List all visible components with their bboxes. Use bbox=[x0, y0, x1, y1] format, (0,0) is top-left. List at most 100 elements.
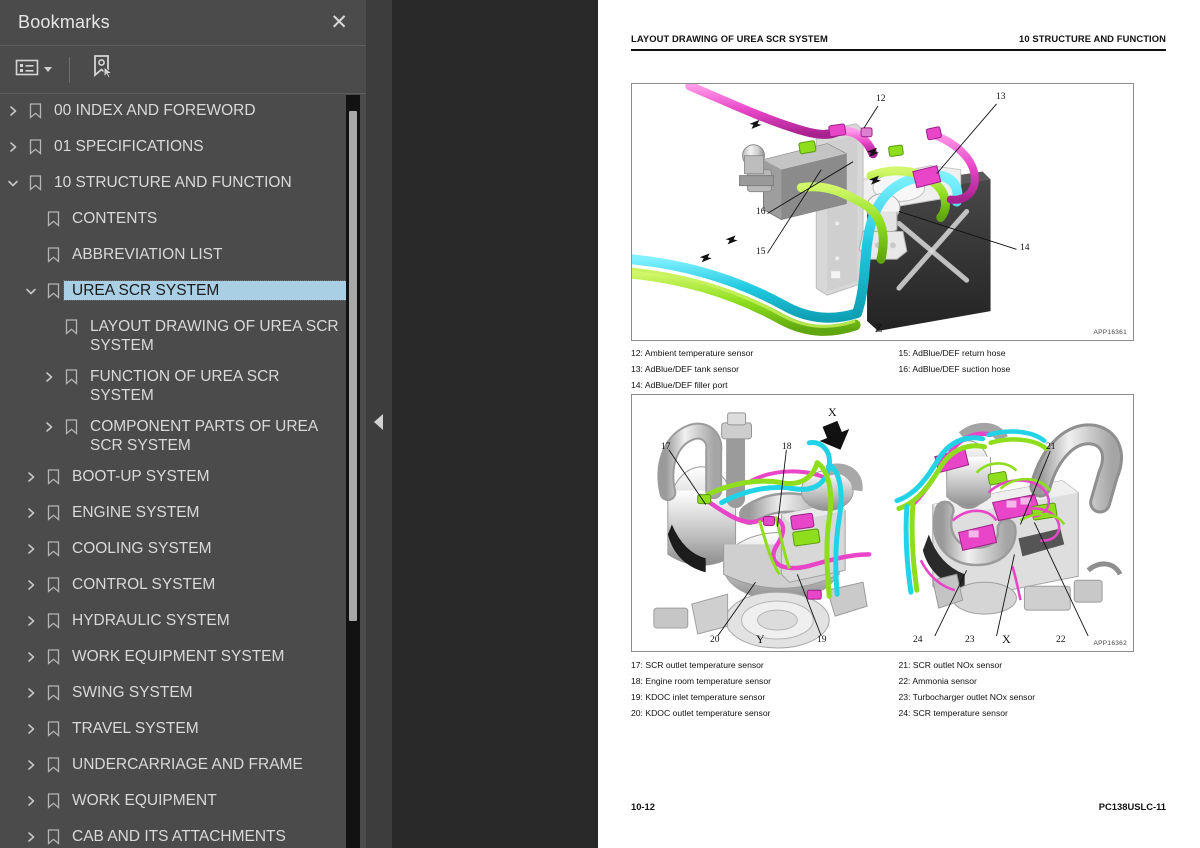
figure2-callout-18: 18 bbox=[782, 442, 792, 452]
chevron-right-icon[interactable] bbox=[2, 137, 24, 156]
bookmark-item-work-equipment[interactable]: WORK EQUIPMENT bbox=[0, 785, 350, 821]
sidebar-scrollbar-track[interactable] bbox=[346, 95, 360, 848]
figure1-view-label-z: Z bbox=[875, 321, 883, 335]
legend-item: 20: KDOC outlet temperature sensor bbox=[631, 708, 771, 718]
bookmark-item-undercarriage-and-frame[interactable]: UNDERCARRIAGE AND FRAME bbox=[0, 749, 350, 785]
bookmark-item-hydraulic-system[interactable]: HYDRAULIC SYSTEM bbox=[0, 605, 350, 641]
chevron-down-icon bbox=[44, 67, 52, 72]
figure2-callout-23: 23 bbox=[965, 635, 975, 645]
bookmark-item-label: SWING SYSTEM bbox=[72, 684, 193, 701]
bookmark-icon bbox=[42, 467, 64, 486]
figure1-drawing bbox=[632, 84, 1133, 340]
figure2-view-label-y: Y bbox=[756, 632, 765, 646]
legend-item: 14: AdBlue/DEF filler port bbox=[631, 380, 728, 390]
bookmark-item-urea-scr-system[interactable]: UREA SCR SYSTEM bbox=[0, 275, 350, 311]
bookmark-item-01-specifications[interactable]: 01 SPECIFICATIONS bbox=[0, 131, 350, 167]
bookmark-item-label: UREA SCR SYSTEM bbox=[63, 280, 347, 301]
chevron-right-icon[interactable] bbox=[20, 467, 42, 486]
chevron-right-icon[interactable] bbox=[20, 683, 42, 702]
figure1-callout-15: 15 bbox=[756, 247, 766, 257]
chevron-right-icon[interactable] bbox=[38, 417, 60, 436]
bookmark-item-swing-system[interactable]: SWING SYSTEM bbox=[0, 677, 350, 713]
chevron-right-icon[interactable] bbox=[20, 791, 42, 810]
figure-urea-tank-layout: 12 13 14 15 16 Z APP16361 bbox=[631, 83, 1134, 341]
bookmark-icon bbox=[24, 137, 46, 156]
bookmark-item-layout-drawing-of-urea-scr-system[interactable]: LAYOUT DRAWING OF UREA SCR SYSTEM bbox=[0, 311, 350, 361]
chevron-right-icon[interactable] bbox=[38, 367, 60, 386]
bookmark-item-component-parts-of-urea-scr-system[interactable]: COMPONENT PARTS OF UREA SCR SYSTEM bbox=[0, 411, 350, 461]
chevron-right-icon[interactable] bbox=[20, 755, 42, 774]
bookmark-item-label: WORK EQUIPMENT bbox=[72, 792, 217, 809]
bookmark-item-00-index-and-foreword[interactable]: 00 INDEX AND FOREWORD bbox=[0, 95, 350, 131]
bookmark-item-cab-and-its-attachments[interactable]: CAB AND ITS ATTACHMENTS bbox=[0, 821, 350, 848]
bookmark-item-label: COOLING SYSTEM bbox=[72, 540, 212, 557]
bookmark-item-label: CONTROL SYSTEM bbox=[72, 576, 216, 593]
close-icon[interactable]: ✕ bbox=[326, 10, 352, 35]
chevron-right-icon[interactable] bbox=[20, 575, 42, 594]
bookmark-item-work-equipment-system[interactable]: WORK EQUIPMENT SYSTEM bbox=[0, 641, 350, 677]
bookmark-icon bbox=[42, 719, 64, 738]
figure2-callout-19: 19 bbox=[817, 635, 827, 645]
bookmark-item-abbreviation-list[interactable]: ABBREVIATION LIST bbox=[0, 239, 350, 275]
figure2-drawing bbox=[632, 395, 1133, 651]
pdf-page: LAYOUT DRAWING OF UREA SCR SYSTEM 10 STR… bbox=[598, 0, 1200, 848]
bookmark-item-travel-system[interactable]: TRAVEL SYSTEM bbox=[0, 713, 350, 749]
figure2-callout-22: 22 bbox=[1056, 635, 1066, 645]
legend-item: 19: KDOC inlet temperature sensor bbox=[631, 692, 766, 702]
pdf-viewer-area: LAYOUT DRAWING OF UREA SCR SYSTEM 10 STR… bbox=[392, 0, 1200, 848]
sidebar-scrollbar-thumb[interactable] bbox=[349, 111, 357, 621]
chevron-right-icon[interactable] bbox=[20, 647, 42, 666]
chevron-down-icon[interactable] bbox=[2, 173, 24, 192]
bookmark-icon bbox=[42, 611, 64, 630]
chevron-right-icon[interactable] bbox=[20, 539, 42, 558]
bookmarks-panel-title: Bookmarks bbox=[18, 12, 110, 32]
footer-page-number: 10-12 bbox=[631, 801, 655, 812]
legend-item: 21: SCR outlet NOx sensor bbox=[898, 660, 1003, 670]
bookmarks-tree[interactable]: 00 INDEX AND FOREWORD 01 SPECIFICATIONS 10… bbox=[0, 95, 350, 848]
bookmark-icon bbox=[42, 503, 64, 522]
bookmark-item-function-of-urea-scr-system[interactable]: FUNCTION OF UREA SCR SYSTEM bbox=[0, 361, 350, 411]
chevron-right-icon[interactable] bbox=[2, 101, 24, 120]
bookmark-item-label: ABBREVIATION LIST bbox=[72, 246, 223, 263]
bookmark-item-cooling-system[interactable]: COOLING SYSTEM bbox=[0, 533, 350, 569]
bookmark-item-boot-up-system[interactable]: BOOT-UP SYSTEM bbox=[0, 461, 350, 497]
bookmark-icon bbox=[42, 539, 64, 558]
figure1-callout-16: 16 bbox=[756, 207, 766, 217]
figure1-watermark: APP16361 bbox=[1093, 329, 1127, 336]
figure2-watermark: APP16362 bbox=[1093, 640, 1127, 647]
bookmark-item-control-system[interactable]: CONTROL SYSTEM bbox=[0, 569, 350, 605]
chevron-right-icon[interactable] bbox=[20, 827, 42, 846]
header-chapter-title: 10 STRUCTURE AND FUNCTION bbox=[1019, 33, 1166, 44]
bookmark-item-10-structure-and-function[interactable]: 10 STRUCTURE AND FUNCTION bbox=[0, 167, 350, 203]
bookmark-item-label: LAYOUT DRAWING OF UREA SCR SYSTEM bbox=[90, 318, 339, 354]
bookmark-icon bbox=[42, 281, 64, 300]
legend-item: 13: AdBlue/DEF tank sensor bbox=[631, 364, 739, 374]
chevron-right-icon[interactable] bbox=[20, 503, 42, 522]
legend-item: 18: Engine room temperature sensor bbox=[631, 676, 771, 686]
legend-item: 16: AdBlue/DEF suction hose bbox=[898, 364, 1011, 374]
bookmark-icon bbox=[60, 317, 82, 336]
chevron-down-icon[interactable] bbox=[20, 281, 42, 300]
figure1-callout-14: 14 bbox=[1020, 243, 1030, 253]
bookmark-options-button[interactable] bbox=[12, 55, 55, 85]
legend-item: 24: SCR temperature sensor bbox=[898, 708, 1008, 718]
bookmarks-panel: Bookmarks ✕ 00 INDEX AND FOREWORD 01 SPE… bbox=[0, 0, 366, 848]
figure1-legend-left: 12: Ambient temperature sensor 13: AdBlu… bbox=[631, 345, 899, 393]
footer-model-code: PC138USLC-11 bbox=[1098, 801, 1166, 812]
bookmark-icon bbox=[24, 173, 46, 192]
bookmark-item-label: FUNCTION OF UREA SCR SYSTEM bbox=[90, 368, 280, 404]
toolbar-divider bbox=[69, 56, 70, 83]
chevron-right-icon[interactable] bbox=[20, 611, 42, 630]
new-bookmark-button[interactable] bbox=[86, 51, 118, 88]
bookmark-item-label: COMPONENT PARTS OF UREA SCR SYSTEM bbox=[90, 418, 318, 454]
figure1-legend: 12: Ambient temperature sensor 13: AdBlu… bbox=[631, 345, 1166, 393]
legend-item: 15: AdBlue/DEF return hose bbox=[898, 348, 1006, 358]
figure2-callout-21: 21 bbox=[1046, 442, 1056, 452]
bookmark-item-contents[interactable]: CONTENTS bbox=[0, 203, 350, 239]
sidebar-gutter bbox=[366, 0, 392, 848]
chevron-right-icon[interactable] bbox=[20, 719, 42, 738]
collapse-left-icon[interactable] bbox=[374, 414, 383, 430]
bookmark-item-engine-system[interactable]: ENGINE SYSTEM bbox=[0, 497, 350, 533]
